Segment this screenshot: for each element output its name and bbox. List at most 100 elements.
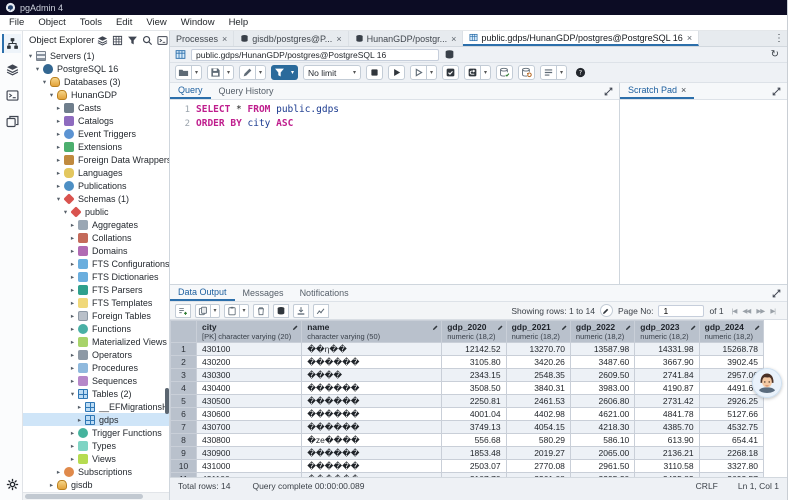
- copy-button[interactable]: [195, 304, 211, 318]
- tree-expander-icon[interactable]: ▸: [54, 143, 63, 151]
- tree-expander-icon[interactable]: ▸: [68, 351, 77, 359]
- activity-query-tool-button[interactable]: [2, 60, 21, 79]
- column-header-gdp_2021[interactable]: gdp_2021numeric (18,2): [506, 321, 570, 343]
- tree-expander-icon[interactable]: ▾: [40, 78, 49, 86]
- tab-messages[interactable]: Messages: [235, 285, 292, 301]
- expand-icon[interactable]: [598, 83, 619, 99]
- table-cell[interactable]: 2065.00: [570, 447, 634, 460]
- table-cell[interactable]: 430200: [197, 356, 302, 369]
- tree-expander-icon[interactable]: ▸: [68, 234, 77, 242]
- tree-item-subscriptions[interactable]: ▸Subscriptions: [23, 465, 169, 478]
- edit-button[interactable]: [239, 65, 256, 80]
- column-header-gdp_2020[interactable]: gdp_2020numeric (18,2): [442, 321, 506, 343]
- table-cell[interactable]: 3667.90: [635, 356, 699, 369]
- tree-expander-icon[interactable]: ▸: [68, 299, 77, 307]
- tree-item-foreign-data-wrappers[interactable]: ▸Foreign Data Wrappers: [23, 153, 169, 166]
- copy-dropdown[interactable]: ▾: [211, 304, 220, 318]
- tree-item-languages[interactable]: ▸Languages: [23, 166, 169, 179]
- table-cell[interactable]: 3487.60: [570, 356, 634, 369]
- workspace-tab-processes[interactable]: Processes×: [170, 31, 234, 46]
- table-cell[interactable]: ��η��: [302, 343, 442, 356]
- table-cell[interactable]: 2261.08: [506, 473, 570, 478]
- tree-item-aggregates[interactable]: ▸Aggregates: [23, 218, 169, 231]
- tree-expander-icon[interactable]: ▸: [54, 130, 63, 138]
- tree-expander-icon[interactable]: ▸: [68, 377, 77, 385]
- row-number[interactable]: 5: [171, 395, 197, 408]
- tree-expander-icon[interactable]: ▸: [47, 481, 56, 489]
- tree-expander-icon[interactable]: ▸: [68, 442, 77, 450]
- execute-options-button[interactable]: [410, 65, 427, 80]
- table-cell[interactable]: ����: [302, 369, 442, 382]
- table-cell[interactable]: 3840.31: [506, 382, 570, 395]
- table-cell[interactable]: ������: [302, 460, 442, 473]
- tree-item-views[interactable]: ▸Views: [23, 452, 169, 465]
- tree-expander-icon[interactable]: ▸: [68, 455, 77, 463]
- tree-item-servers-1[interactable]: ▾Servers (1): [23, 49, 169, 62]
- tree-horizontal-scrollbar[interactable]: [23, 492, 169, 500]
- table-cell[interactable]: 430900: [197, 447, 302, 460]
- menu-view[interactable]: View: [139, 15, 173, 31]
- tab-options-icon[interactable]: ⋮: [771, 31, 787, 46]
- table-cell[interactable]: 2961.50: [570, 460, 634, 473]
- stop-button[interactable]: [366, 65, 383, 80]
- next-page-button[interactable]: ▶▶: [753, 307, 767, 315]
- tree-item-gisdb[interactable]: ▸gisdb: [23, 478, 169, 491]
- table-cell[interactable]: 580.29: [506, 434, 570, 447]
- tab-scratch-pad[interactable]: Scratch Pad ×: [620, 83, 694, 99]
- table-cell[interactable]: ������: [302, 447, 442, 460]
- table-cell[interactable]: 14331.98: [635, 343, 699, 356]
- save-data-button[interactable]: [496, 65, 513, 80]
- tree-expander-icon[interactable]: ▸: [68, 273, 77, 281]
- execute-script-button[interactable]: [388, 65, 405, 80]
- table-cell[interactable]: 3983.00: [570, 382, 634, 395]
- column-header-name[interactable]: namecharacter varying (50): [302, 321, 442, 343]
- row-number[interactable]: 6: [171, 408, 197, 421]
- table-cell[interactable]: 3749.13: [442, 421, 506, 434]
- close-icon[interactable]: ×: [681, 85, 686, 95]
- row-number[interactable]: 1: [171, 343, 197, 356]
- last-page-button[interactable]: ▶|: [767, 307, 778, 315]
- first-page-button[interactable]: |◀: [729, 307, 740, 315]
- paste-button[interactable]: [224, 304, 240, 318]
- tree-item-procedures[interactable]: ▸Procedures: [23, 361, 169, 374]
- save-file-dropdown[interactable]: ▾: [224, 65, 234, 80]
- tree-item-databases-3[interactable]: ▾Databases (3): [23, 75, 169, 88]
- table-cell[interactable]: 3110.58: [635, 460, 699, 473]
- table-cell[interactable]: 4532.75: [699, 421, 763, 434]
- tree-item-public[interactable]: ▾public: [23, 205, 169, 218]
- query-tool-button[interactable]: [96, 34, 109, 47]
- tree-item-hunangdp[interactable]: ▾HunanGDP: [23, 88, 169, 101]
- tree-expander-icon[interactable]: ▸: [54, 182, 63, 190]
- menu-tools[interactable]: Tools: [73, 15, 109, 31]
- edit-range-button[interactable]: [600, 304, 613, 317]
- row-number[interactable]: 10: [171, 460, 197, 473]
- tree-expander-icon[interactable]: ▸: [68, 338, 77, 346]
- workspace-tab-public-gdps-hunangdp-pos[interactable]: public.gdps/HunanGDP/postgres@PostgreSQL…: [463, 31, 699, 46]
- help-button[interactable]: ?: [572, 65, 589, 80]
- tree-item-fts-templates[interactable]: ▸FTS Templates: [23, 296, 169, 309]
- open-file-dropdown[interactable]: ▾: [192, 65, 202, 80]
- psql-tool-button[interactable]: [156, 34, 169, 47]
- paste-dropdown[interactable]: ▾: [240, 304, 249, 318]
- commit-button[interactable]: [442, 65, 459, 80]
- tree-item-operators[interactable]: ▸Operators: [23, 348, 169, 361]
- table-cell[interactable]: 13270.70: [506, 343, 570, 356]
- workspace-tab-hunangdp-postgr[interactable]: HunanGDP/postgr...×: [349, 31, 464, 46]
- column-header-gdp_2023[interactable]: gdp_2023numeric (18,2): [635, 321, 699, 343]
- table-cell[interactable]: 3902.45: [699, 356, 763, 369]
- table-cell[interactable]: 556.68: [442, 434, 506, 447]
- table-cell[interactable]: 4218.30: [570, 421, 634, 434]
- menu-help[interactable]: Help: [222, 15, 256, 31]
- row-number-header[interactable]: [171, 321, 197, 343]
- workspace-tab-gisdb-postgres-p[interactable]: gisdb/postgres@P...×: [234, 31, 348, 46]
- table-cell[interactable]: 3105.80: [442, 356, 506, 369]
- table-cell[interactable]: 2609.50: [570, 369, 634, 382]
- tree-item-extensions[interactable]: ▸Extensions: [23, 140, 169, 153]
- table-cell[interactable]: 4385.70: [635, 421, 699, 434]
- row-number[interactable]: 2: [171, 356, 197, 369]
- tree-item-types[interactable]: ▸Types: [23, 439, 169, 452]
- table-cell[interactable]: 2731.42: [635, 395, 699, 408]
- table-cell[interactable]: 2741.84: [635, 369, 699, 382]
- table-cell[interactable]: 430800: [197, 434, 302, 447]
- row-limit-select[interactable]: No limit▾: [303, 65, 361, 80]
